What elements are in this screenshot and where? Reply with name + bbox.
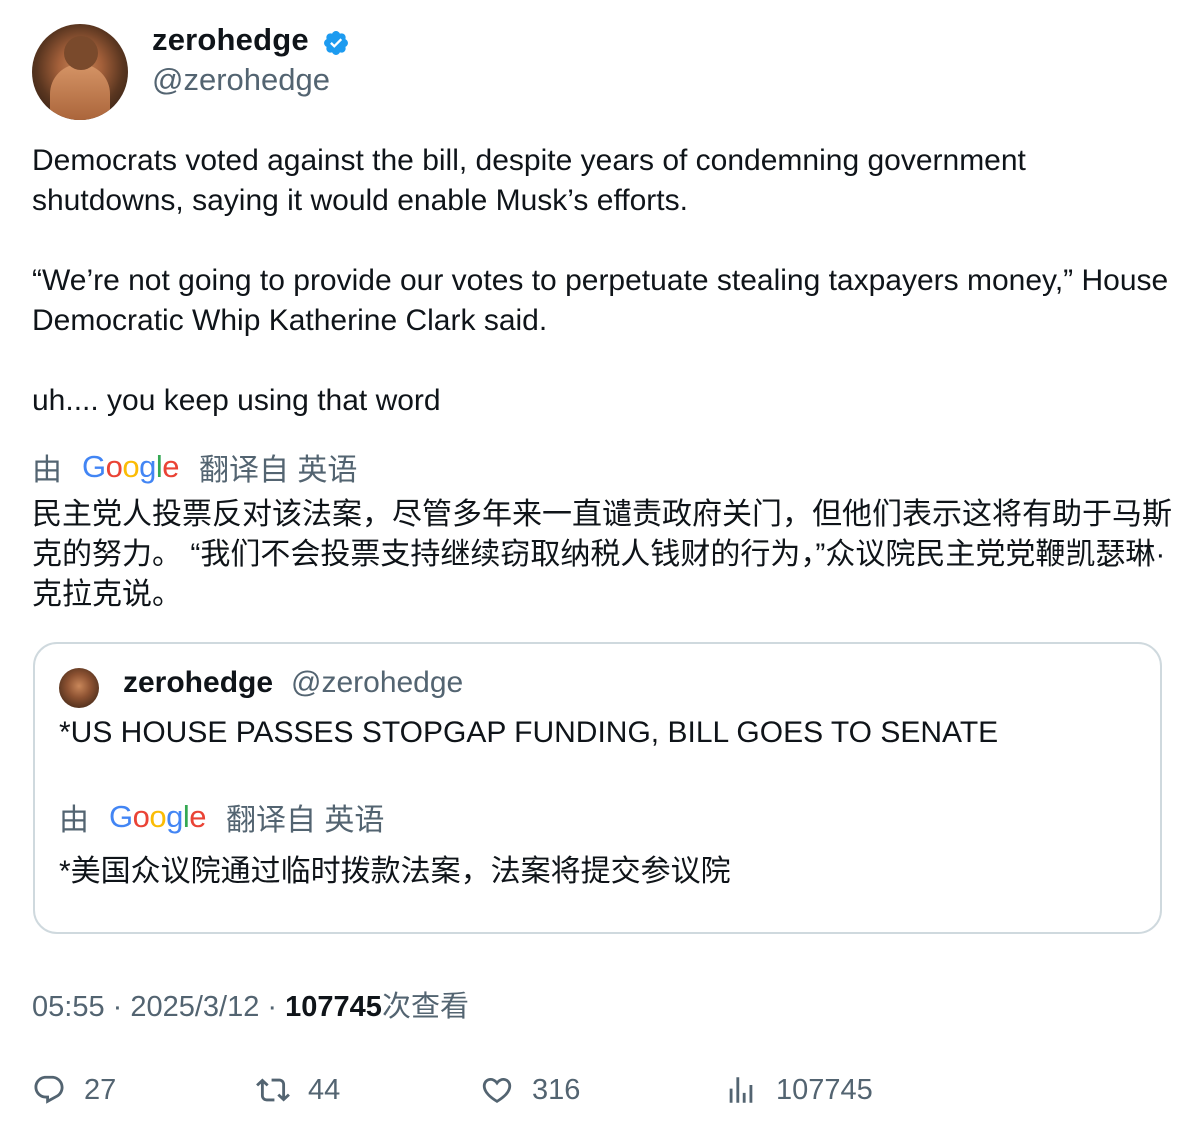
author-avatar[interactable] bbox=[32, 24, 128, 120]
analytics-icon bbox=[729, 1077, 753, 1103]
retweet-button[interactable]: 44 bbox=[256, 1068, 340, 1112]
author-name[interactable]: zerohedge bbox=[152, 22, 309, 58]
verified-badge-icon bbox=[324, 31, 348, 55]
quoted-author-name: zerohedge bbox=[123, 666, 274, 699]
tweet-paragraph: “We’re not going to provide our votes to… bbox=[32, 264, 1169, 337]
quoted-tweet-text: *US HOUSE PASSES STOPGAP FUNDING, BILL G… bbox=[59, 716, 999, 749]
google-logo: Google bbox=[109, 799, 207, 834]
tweet-time[interactable]: 05:55 bbox=[32, 991, 105, 1023]
reply-button[interactable]: 27 bbox=[32, 1068, 116, 1112]
like-button[interactable]: 316 bbox=[480, 1068, 580, 1112]
reply-icon bbox=[34, 1075, 64, 1104]
author-handle[interactable]: @zerohedge bbox=[152, 62, 330, 98]
retweet-count: 44 bbox=[308, 1073, 341, 1106]
quoted-author-handle: @zerohedge bbox=[291, 666, 464, 699]
views-count: 107745 bbox=[776, 1073, 873, 1106]
translated-from-label: 翻译自 英语 bbox=[199, 454, 358, 487]
quoted-author-avatar bbox=[59, 668, 99, 708]
tweet-text: Democrats voted against the bill, despit… bbox=[32, 141, 1172, 421]
retweet-icon bbox=[256, 1078, 290, 1102]
tweet-paragraph: uh.... you keep using that word bbox=[32, 384, 441, 417]
tweet-translation: 民主党人投票反对该法案，尽管多年来一直谴责政府关门，但他们表示这将有助于马斯克的… bbox=[32, 498, 1172, 611]
translated-by-google[interactable]: 由 Google 翻译自 英语 bbox=[32, 446, 357, 488]
tweet-date[interactable]: 2025/3/12 bbox=[130, 991, 259, 1023]
quoted-tweet-translation: *美国众议院通过临时拨款法案，法案将提交参议院 bbox=[59, 855, 731, 888]
view-count: 107745 bbox=[285, 991, 382, 1023]
heart-icon bbox=[482, 1077, 512, 1103]
view-count-label: 次查看 bbox=[381, 991, 469, 1023]
tweet-paragraph: Democrats voted against the bill, despit… bbox=[32, 144, 1026, 217]
views-button[interactable]: 107745 bbox=[724, 1068, 873, 1112]
translated-by-prefix: 由 bbox=[32, 454, 62, 487]
quoted-translated-by-google: 由 Google 翻译自 英语 bbox=[59, 796, 384, 838]
tweet-meta: 05:55 · 2025/3/12 · 107745次查看 bbox=[32, 991, 469, 1023]
translated-by-prefix: 由 bbox=[59, 804, 89, 837]
reply-count: 27 bbox=[84, 1073, 117, 1106]
translated-from-label: 翻译自 英语 bbox=[226, 804, 385, 837]
quoted-tweet-card[interactable]: zerohedge @zerohedge *US HOUSE PASSES ST… bbox=[33, 642, 1162, 934]
like-count: 316 bbox=[532, 1073, 581, 1106]
google-logo: Google bbox=[82, 449, 180, 484]
